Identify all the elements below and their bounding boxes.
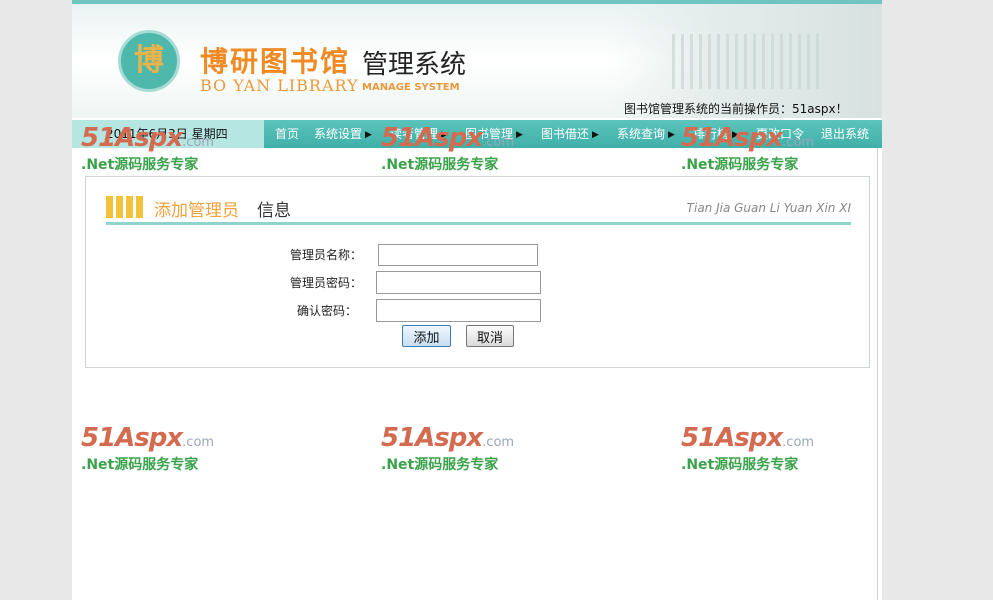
nav-item-book-lending[interactable]: 图书借还 ▶ (541, 120, 599, 148)
nav-item-label: 退出系统 (821, 127, 870, 141)
cancel-button[interactable]: 取消 (466, 325, 514, 347)
nav-item-label: 读者管理 (390, 127, 439, 141)
right-border-line (877, 148, 878, 600)
page-container: 博 博研图书馆 管理系统 BO YAN LIBRARY MANAGE SYSTE… (72, 0, 882, 600)
admin-name-label: 管理员名称： (290, 248, 363, 262)
system-title-cn: 博研图书馆 (200, 45, 351, 78)
confirm-password-label: 确认密码： (297, 304, 358, 318)
panel-title-highlight: 添加管理员 (154, 201, 239, 221)
panel-title-bar: 添加管理员 信息 Tian Jia Guan Li Yuan Xin XI (106, 194, 851, 225)
nav-item-book-management[interactable]: 图书管理 ▶ (465, 120, 523, 148)
admin-password-label: 管理员密码： (290, 276, 363, 290)
nav-item-label: 更改口令 (756, 127, 805, 141)
add-button[interactable]: 添加 (402, 325, 451, 347)
system-subtitle-en: MANAGE SYSTEM (362, 82, 460, 93)
caret-right-icon: ▶ (365, 130, 372, 140)
panel-title-pinyin: Tian Jia Guan Li Yuan Xin XI (686, 201, 851, 215)
current-operator-text: 图书馆管理系统的当前操作员：51aspx！ (624, 102, 848, 116)
nav-item-system-query[interactable]: 系统查询 ▶ (617, 120, 675, 148)
nav-item-label: 系统查询 (617, 127, 666, 141)
admin-name-input[interactable] (378, 244, 538, 266)
current-date: 2011年6月3日 星期四 (72, 120, 264, 148)
nav-item-label: 图书管理 (465, 127, 514, 141)
nav-item-label: 系统设置 (314, 127, 363, 141)
library-logo: 博 (118, 30, 180, 92)
nav-item-system-settings[interactable]: 系统设置 ▶ (314, 120, 372, 148)
caret-right-icon: ▶ (668, 130, 675, 140)
panel-title-rest: 信息 (257, 201, 291, 221)
nav-item-label: 首页 (275, 127, 300, 141)
admin-password-input[interactable] (376, 271, 541, 294)
site-header: 博 博研图书馆 管理系统 BO YAN LIBRARY MANAGE SYSTE… (72, 0, 882, 118)
nav-item-reader-management[interactable]: 读者管理 ▶ (390, 120, 448, 148)
main-nav-bar: 2011年6月3日 星期四 首页 系统设置 ▶ 读者管理 ▶ 图书管理 ▶ 图书借还 ▶… (72, 120, 882, 148)
nav-item-ranking[interactable]: 排行榜 ▶ (693, 120, 739, 148)
title-stripes-icon (106, 196, 144, 218)
nav-item-label: 排行榜 (693, 127, 730, 141)
nav-item-home[interactable]: 首页 (275, 120, 299, 148)
caret-right-icon: ▶ (732, 130, 739, 140)
caret-right-icon: ▶ (516, 130, 523, 140)
confirm-password-input[interactable] (376, 299, 541, 322)
nav-item-change-password[interactable]: 更改口令 (756, 120, 804, 148)
caret-right-icon: ▶ (441, 130, 448, 140)
nav-item-logout[interactable]: 退出系统 (821, 120, 869, 148)
nav-item-label: 图书借还 (541, 127, 590, 141)
add-admin-panel: 添加管理员 信息 Tian Jia Guan Li Yuan Xin XI 管理… (85, 176, 870, 368)
system-title-en: BO YAN LIBRARY (200, 76, 359, 95)
caret-right-icon: ▶ (592, 130, 599, 140)
system-title-mgmt: 管理系统 (362, 50, 467, 80)
